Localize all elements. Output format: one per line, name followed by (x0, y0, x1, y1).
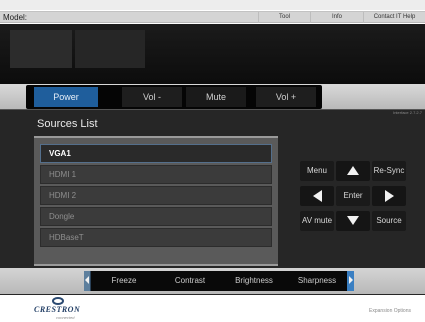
source-item-hdmi1[interactable]: HDMI 1 (40, 165, 272, 184)
av-mute-button[interactable]: AV mute (300, 211, 334, 231)
volume-down-button[interactable]: Vol - (122, 87, 182, 107)
freeze-button[interactable]: Freeze (98, 271, 150, 291)
crestron-logo-text: CRESTRON (34, 305, 81, 314)
top-spacer (0, 0, 425, 10)
mute-button[interactable]: Mute (186, 87, 246, 107)
menu-button[interactable]: Menu (300, 161, 334, 181)
contrast-button[interactable]: Contrast (160, 271, 220, 291)
model-label: Model: (3, 13, 28, 22)
crestron-logo: CRESTRON connected (34, 297, 94, 321)
header-logo-right (75, 30, 145, 68)
enter-button[interactable]: Enter (336, 186, 370, 206)
crestron-logo-subtext: connected (56, 315, 75, 320)
main-panel: Power Vol - Mute Vol + Interface 2.7.2.7… (0, 84, 425, 295)
info-link[interactable]: Info (310, 12, 363, 23)
expansion-options-link[interactable]: Expansion Options (369, 308, 411, 314)
bottom-bar: Freeze Contrast Brightness Sharpness (84, 271, 354, 291)
header-logo-left (10, 30, 72, 68)
contact-it-help-link[interactable]: Contact IT Help (363, 12, 425, 23)
crestron-swirl-icon (52, 297, 64, 305)
arrow-down-icon (347, 216, 359, 226)
source-item-dongle[interactable]: Dongle (40, 207, 272, 226)
arrow-right-icon (384, 189, 394, 202)
bottom-strip: Freeze Contrast Brightness Sharpness (0, 268, 425, 294)
sources-list: VGA1 HDMI 1 HDMI 2 Dongle HDBaseT (34, 136, 278, 266)
header-banner (0, 24, 425, 84)
sharpness-button[interactable]: Sharpness (287, 271, 347, 291)
left-button[interactable] (300, 186, 334, 206)
chevron-right-icon (349, 276, 353, 284)
scroll-right-button[interactable] (347, 271, 354, 291)
source-button[interactable]: Source (372, 211, 406, 231)
arrow-up-icon (347, 166, 359, 176)
source-item-hdmi2[interactable]: HDMI 2 (40, 186, 272, 205)
scroll-left-button[interactable] (84, 271, 91, 291)
top-links: Tool Info Contact IT Help (258, 12, 425, 23)
volume-up-button[interactable]: Vol + (256, 87, 316, 107)
sources-list-title: Sources List (37, 118, 98, 130)
interface-version: Interface 2.7.2.7 (393, 110, 422, 115)
control-strip: Power Vol - Mute Vol + (0, 84, 425, 110)
control-bar: Power Vol - Mute Vol + (26, 85, 322, 109)
source-item-hdbaset[interactable]: HDBaseT (40, 228, 272, 247)
right-button[interactable] (372, 186, 406, 206)
resync-button[interactable]: Re-Sync (372, 161, 406, 181)
brightness-button[interactable]: Brightness (224, 271, 284, 291)
source-item-vga1[interactable]: VGA1 (40, 144, 272, 163)
tool-link[interactable]: Tool (258, 12, 310, 23)
power-button[interactable]: Power (34, 87, 98, 107)
up-button[interactable] (336, 161, 370, 181)
model-bar: Model: Tool Info Contact IT Help (0, 11, 425, 23)
chevron-left-icon (85, 276, 89, 284)
arrow-left-icon (312, 189, 322, 202)
footer: CRESTRON connected Expansion Options (0, 295, 425, 322)
down-button[interactable] (336, 211, 370, 231)
